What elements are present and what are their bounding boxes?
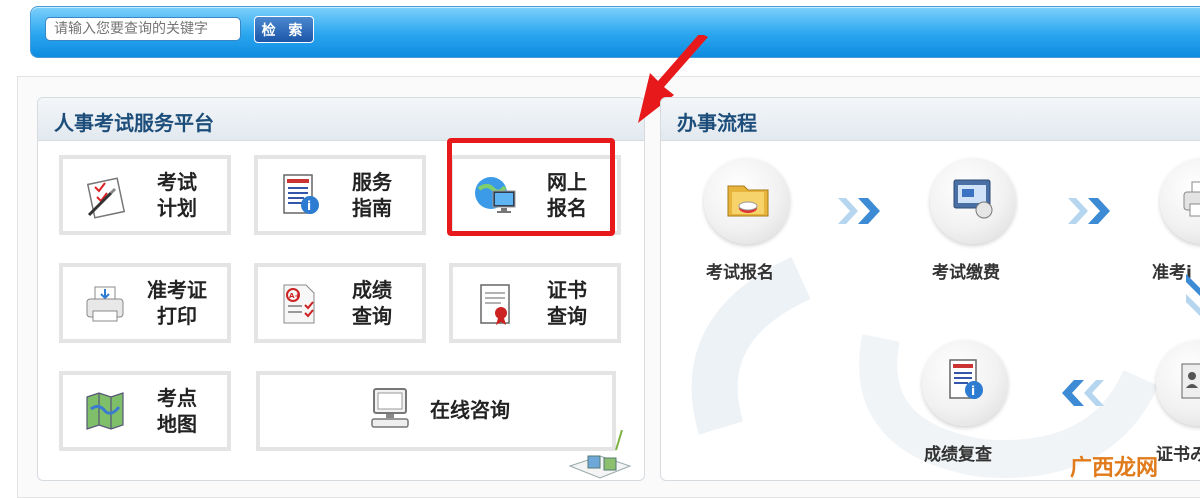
flow-step-registration[interactable]: [704, 158, 790, 244]
flow-step-label: 成绩复查: [924, 445, 992, 465]
map-icon: [81, 389, 131, 435]
tile-score-query[interactable]: A+ 成绩 查询: [254, 263, 426, 343]
chevron-right-icon: [1068, 198, 1110, 224]
tile-label-line1: 成绩: [352, 278, 392, 302]
watermark: 广西龙网: [1070, 456, 1159, 481]
tile-admission-ticket-print[interactable]: 准考证 打印: [59, 263, 231, 343]
tile-exam-plan[interactable]: 考试 计划: [59, 155, 231, 235]
certificate-icon: [471, 281, 521, 327]
chevron-down-icon: [1186, 274, 1200, 316]
process-flow-panel: 办事流程: [660, 97, 1200, 481]
printer-icon: [81, 281, 131, 327]
tile-label: 在线咨询: [430, 398, 510, 422]
tile-exam-site-map[interactable]: 考点 地图: [59, 371, 231, 451]
exam-plan-icon: [81, 173, 131, 219]
tile-label-line2: 计划: [157, 196, 197, 220]
tile-label-line1: 服务: [352, 170, 392, 194]
tile-online-consultation[interactable]: 在线咨询: [256, 371, 616, 451]
svg-text:A+: A+: [289, 292, 300, 300]
book-illustration: [566, 429, 636, 480]
search-bar: 检 索: [30, 6, 1200, 58]
tile-label-line2: 查询: [352, 304, 392, 328]
payment-icon: [953, 179, 993, 219]
score-query-icon: A+: [276, 281, 326, 327]
flow-step-label: 考试报名: [706, 263, 774, 283]
tile-label-line2: 指南: [352, 196, 392, 220]
document-info-icon: i: [949, 359, 983, 399]
service-guide-icon: i: [276, 173, 326, 219]
tile-label-line2: 查询: [547, 304, 587, 328]
svg-text:i: i: [971, 384, 975, 398]
svg-text:i: i: [307, 199, 311, 213]
tile-certificate-query[interactable]: 证书 查询: [449, 263, 621, 343]
highlight-box: [447, 138, 615, 236]
flow-step-label: 证书み: [1156, 445, 1200, 465]
search-button[interactable]: 检 索: [254, 16, 314, 43]
search-input[interactable]: [45, 17, 241, 41]
tile-label-line2: 打印: [157, 304, 197, 328]
tile-label-line1: 准考证: [147, 278, 207, 302]
flow-step-score-review[interactable]: i: [922, 340, 1008, 426]
folder-icon: [727, 185, 769, 217]
tile-label-line1: 考试: [157, 170, 197, 194]
panel-title: 办事流程: [677, 111, 757, 135]
computer-icon: [368, 387, 418, 433]
flow-step-payment[interactable]: [930, 158, 1016, 244]
tile-label-line1: 考点: [157, 386, 197, 410]
flow-step-label: 考试缴费: [932, 263, 1000, 283]
panel-title: 人事考试服务平台: [54, 111, 214, 135]
tile-label-line2: 地图: [157, 412, 197, 436]
chevron-right-icon: [838, 198, 880, 224]
tile-label-line1: 证书: [547, 278, 587, 302]
chevron-left-icon: [1062, 380, 1104, 406]
certificate-photo-icon: [1181, 363, 1200, 399]
printer-icon: [1183, 181, 1200, 217]
tile-service-guide[interactable]: i 服务 指南: [254, 155, 426, 235]
